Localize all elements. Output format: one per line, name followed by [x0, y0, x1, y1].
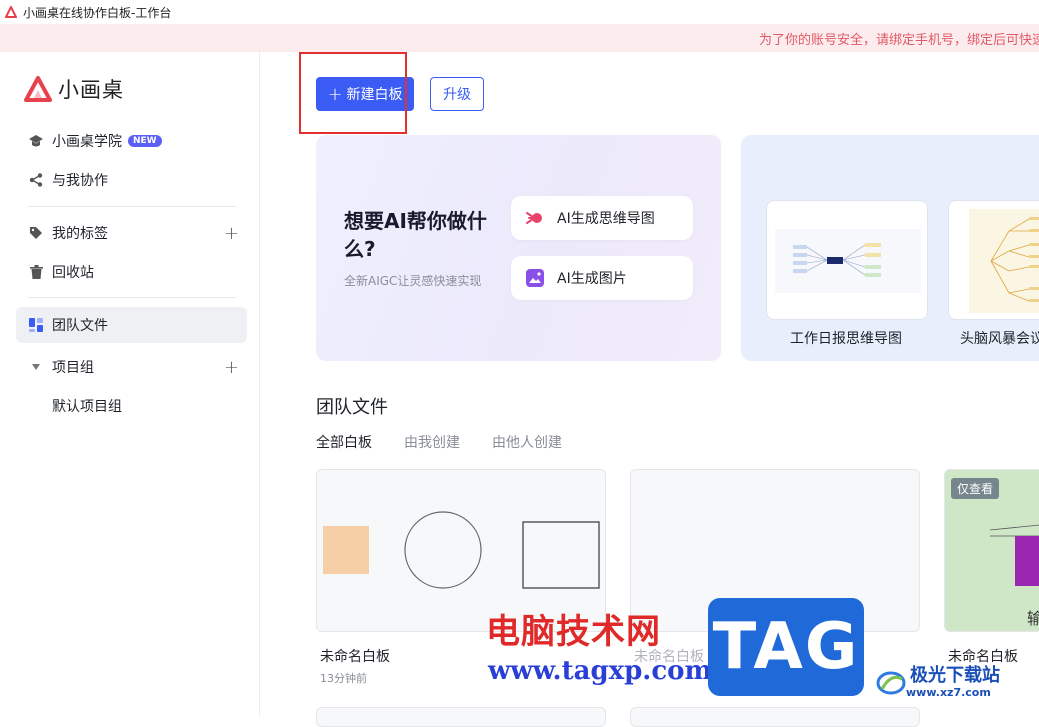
window-titlebar: 小画桌在线协作白板-工作台: [0, 0, 1039, 24]
sidebar-item-label: 回收站: [52, 265, 94, 281]
watermark-tag-text: TAG: [712, 610, 860, 684]
mindmap-thumbnail-icon: [775, 229, 921, 293]
mindmap-icon: [526, 212, 542, 224]
swirl-logo-icon: [876, 671, 906, 694]
add-project-icon[interactable]: +: [224, 357, 239, 378]
template-thumbnail[interactable]: [766, 200, 928, 320]
sidebar-divider: [28, 206, 236, 207]
brainstorm-thumbnail-icon: [969, 209, 1039, 313]
ai-image-button[interactable]: AI生成图片: [511, 256, 693, 300]
brand-logo-icon: [24, 76, 52, 102]
sidebar-divider: [28, 297, 236, 298]
watermark-site-url: www.tagxp.com: [488, 656, 713, 686]
annotation-highlight-box: [299, 52, 407, 134]
tab-created-by-others[interactable]: 由他人创建: [492, 432, 562, 452]
app-logo-icon: [5, 6, 17, 18]
sidebar-item-team-files[interactable]: 团队文件: [16, 307, 247, 343]
watermark-brand2-name: 极光下载站: [910, 665, 1000, 686]
svg-text:输: 输: [1027, 609, 1039, 628]
sidebar-item-default-group[interactable]: 默认项目组: [16, 388, 247, 424]
file-card[interactable]: 仅查看 输: [944, 469, 1039, 632]
files-section-title: 团队文件: [316, 397, 388, 418]
image-icon: [526, 269, 544, 287]
add-tag-icon[interactable]: +: [224, 223, 239, 244]
share-icon: [28, 172, 44, 188]
tab-created-by-me[interactable]: 由我创建: [404, 432, 460, 452]
file-card[interactable]: [316, 707, 606, 727]
template-thumbnail[interactable]: [948, 200, 1039, 320]
tag-icon: [28, 225, 44, 241]
template-label: 工作日报思维导图: [790, 331, 902, 347]
sidebar-item-label: 默认项目组: [52, 399, 122, 415]
upgrade-button[interactable]: 升级: [430, 77, 484, 111]
watermark-brand2: 极光下载站 www.xz7.com: [876, 666, 1000, 699]
files-tabs: 全部白板 由我创建 由他人创建: [316, 432, 594, 452]
caret-down-icon[interactable]: [28, 359, 44, 375]
sidebar-item-collab[interactable]: 与我协作: [16, 162, 247, 198]
sidebar-item-project-group[interactable]: 项目组 +: [16, 349, 247, 385]
ai-image-label: AI生成图片: [557, 271, 627, 287]
sidebar-item-label: 项目组: [52, 360, 94, 376]
template-label: 头脑风暴会议: [960, 331, 1039, 347]
watermark-brand2-url: www.xz7.com: [906, 686, 991, 699]
ai-promo-card: 想要AI帮你做什么? 全新AIGC让灵感快速实现 AI生成思维导图 AI生成图片: [316, 135, 721, 361]
team-files-icon: [28, 317, 44, 333]
sidebar-item-label: 与我协作: [52, 173, 108, 189]
file-name: 未命名白板: [948, 649, 1018, 665]
new-badge: NEW: [128, 135, 162, 147]
ai-promo-subtitle: 全新AIGC让灵感快速实现: [344, 274, 482, 288]
file-name: 未命名白板: [320, 649, 390, 665]
sidebar-item-label: 我的标签: [52, 226, 108, 242]
watermark-site-cn: 电脑技术网: [486, 612, 661, 652]
tab-all-boards[interactable]: 全部白板: [316, 432, 372, 452]
ai-mindmap-button[interactable]: AI生成思维导图: [511, 196, 693, 240]
security-banner: 为了你的账号安全，请绑定手机号，绑定后可快速: [0, 24, 1039, 52]
template-card: 工作日报思维导图 头脑风暴会议: [741, 135, 1039, 361]
trash-icon: [28, 264, 44, 280]
window-title: 小画桌在线协作白板-工作台: [23, 5, 172, 20]
view-only-badge: 仅查看: [951, 478, 1000, 499]
brand[interactable]: 小画桌: [24, 74, 124, 104]
sidebar-item-academy[interactable]: 小画桌学院 NEW: [16, 123, 247, 159]
sidebar-item-label: 团队文件: [52, 318, 108, 334]
sidebar-item-trash[interactable]: 回收站: [16, 254, 247, 290]
watermark-tag-logo: TAG: [708, 598, 864, 696]
brand-name: 小画桌: [58, 78, 124, 102]
file-time: 13分钟前: [320, 672, 367, 685]
security-banner-text[interactable]: 为了你的账号安全，请绑定手机号，绑定后可快速: [759, 29, 1039, 48]
graduation-cap-icon: [28, 133, 44, 149]
file-card[interactable]: [630, 707, 920, 727]
ai-mindmap-label: AI生成思维导图: [557, 211, 655, 227]
ai-promo-title: 想要AI帮你做什么?: [344, 209, 487, 261]
sidebar-item-tags[interactable]: 我的标签 +: [16, 215, 247, 251]
sidebar: 小画桌 小画桌学院 NEW 与我协作 我的标签 + 回收站 团队文件 项目组 +…: [0, 52, 260, 717]
sidebar-item-label: 小画桌学院: [52, 134, 122, 150]
